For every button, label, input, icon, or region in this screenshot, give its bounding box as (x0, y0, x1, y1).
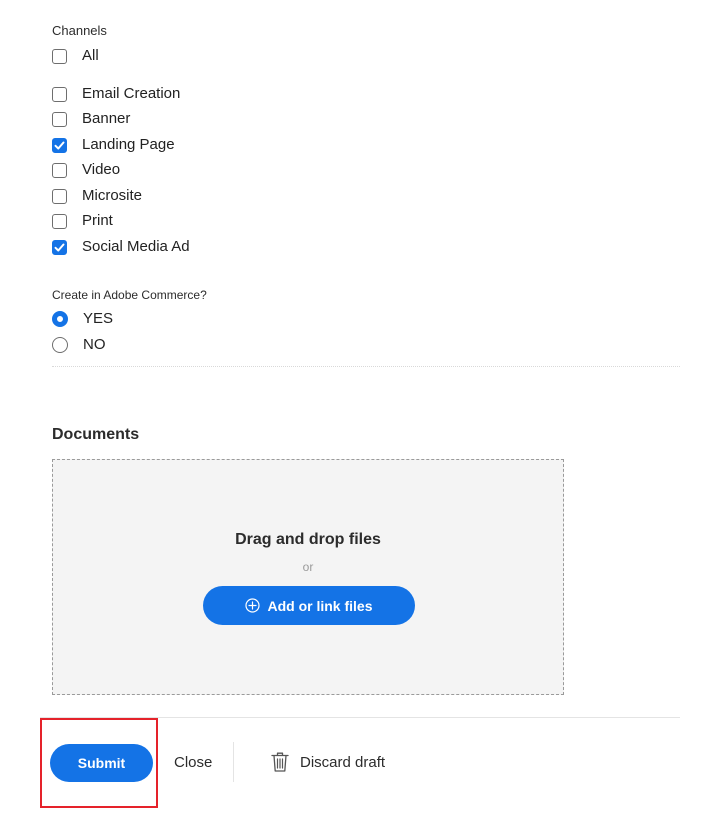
discard-draft-label: Discard draft (300, 753, 386, 771)
commerce-radio-no[interactable]: NO (52, 334, 106, 356)
trash-icon (270, 751, 290, 773)
checkbox-icon[interactable] (52, 239, 67, 255)
dropzone-or-text: or (302, 560, 314, 574)
channel-checkbox-social-media-ad[interactable]: Social Media Ad (52, 236, 190, 258)
commerce-radio-yes[interactable]: YES (52, 308, 113, 330)
section-divider (52, 366, 680, 367)
channel-label: Email Creation (82, 85, 181, 102)
add-or-link-files-label: Add or link files (267, 597, 373, 614)
channel-checkbox-email-creation[interactable]: Email Creation (52, 83, 180, 105)
dropzone-title: Drag and drop files (235, 531, 381, 548)
channel-label: Print (82, 212, 113, 229)
discard-draft-button[interactable]: Discard draft (270, 750, 385, 774)
submit-highlight-box (40, 718, 158, 808)
file-dropzone[interactable]: Drag and drop files or Add or link files (52, 459, 564, 695)
channel-checkbox-print[interactable]: Print (52, 210, 113, 232)
footer-divider (233, 742, 234, 782)
radio-label: YES (83, 310, 114, 327)
checkbox-icon[interactable] (52, 162, 67, 178)
channels-label: Channels (52, 23, 107, 38)
close-button[interactable]: Close (174, 754, 212, 771)
add-or-link-files-button[interactable]: Add or link files (203, 586, 415, 625)
channel-label: Social Media Ad (82, 238, 190, 255)
radio-icon[interactable] (52, 337, 68, 353)
channel-checkbox-banner[interactable]: Banner (52, 108, 130, 130)
channel-checkbox-video[interactable]: Video (52, 159, 120, 181)
checkbox-icon[interactable] (52, 48, 67, 64)
channel-label: Landing Page (82, 136, 175, 153)
checkbox-icon[interactable] (52, 137, 67, 153)
channel-all-label: All (82, 47, 99, 64)
checkbox-icon[interactable] (52, 213, 67, 229)
documents-heading: Documents (52, 426, 140, 443)
channel-label: Banner (82, 110, 131, 127)
checkbox-icon[interactable] (52, 86, 67, 102)
checkbox-icon[interactable] (52, 188, 67, 204)
channel-checkbox-microsite[interactable]: Microsite (52, 185, 142, 207)
channel-checkbox-all[interactable]: All (52, 45, 99, 67)
plus-circle-icon (245, 598, 261, 613)
radio-icon[interactable] (52, 311, 68, 327)
channel-label: Video (82, 161, 121, 178)
channel-checkbox-landing-page[interactable]: Landing Page (52, 134, 175, 156)
checkbox-icon[interactable] (52, 111, 67, 127)
commerce-label: Create in Adobe Commerce? (52, 288, 207, 302)
channel-label: Microsite (82, 187, 143, 204)
radio-label: NO (83, 336, 106, 353)
